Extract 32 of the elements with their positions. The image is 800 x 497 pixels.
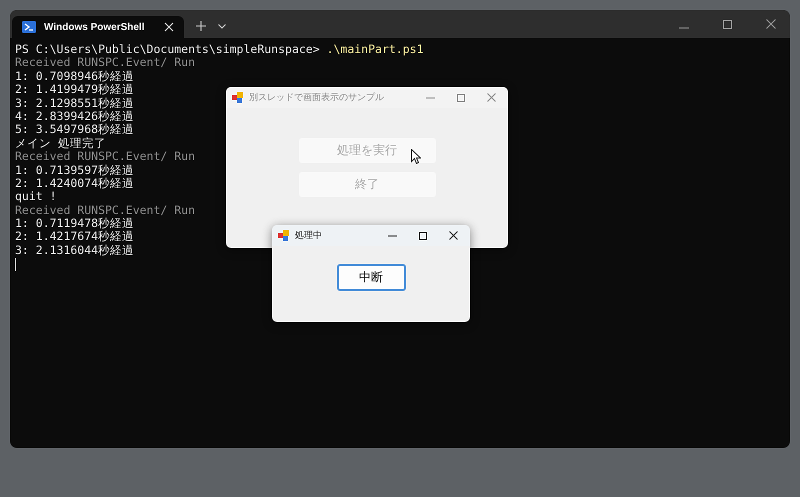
- window-title: 別スレッドで画面表示のサンプル: [249, 91, 384, 104]
- output-line: 2: 1.4240074秒経過: [15, 176, 134, 190]
- mouse-pointer-icon: [411, 149, 421, 164]
- info-line: Received RUNSPC.Event/ Run: [15, 202, 196, 217]
- cancel-button[interactable]: 中断: [336, 264, 406, 291]
- output-line: 2: 1.4217674秒経過: [15, 229, 134, 244]
- output-line: 4: 2.8399426秒経過: [15, 108, 134, 123]
- chevron-down-icon[interactable]: [218, 24, 226, 29]
- powershell-icon: [22, 21, 36, 33]
- terminal-tab[interactable]: Windows PowerShell: [12, 16, 184, 38]
- tab-title: Windows PowerShell: [44, 22, 146, 32]
- info-line: Received RUNSPC.Event/ Run: [15, 149, 196, 164]
- output-line: 3: 2.1298551秒経過: [15, 96, 134, 110]
- text-cursor: [15, 258, 16, 272]
- minimize-icon[interactable]: [388, 234, 397, 236]
- prompt-text: PS C:\Users\Public\Documents\simpleRunspace>: [15, 42, 321, 56]
- output-line: 1: 0.7098946秒経過: [15, 68, 134, 83]
- app-icon: [278, 230, 289, 241]
- app-icon: [232, 92, 243, 103]
- output-line: メイン 処理完了: [15, 136, 106, 150]
- output-line: 2: 1.4199479秒経過: [15, 82, 134, 96]
- close-icon[interactable]: [449, 231, 458, 240]
- output-line: quit !: [15, 189, 57, 204]
- output-line: 5: 3.5497968秒経過: [15, 122, 134, 136]
- command-text: .\mainPart.ps1: [326, 42, 424, 56]
- maximize-icon[interactable]: [419, 232, 427, 240]
- output-line: 3: 2.1316044秒経過: [15, 242, 134, 257]
- output-line: 1: 0.7119478秒経過: [15, 216, 134, 230]
- output-line: 1: 0.7139597秒経過: [15, 162, 134, 177]
- window-title: 処理中: [295, 230, 322, 242]
- info-line: Received RUNSPC.Event/ Run: [15, 55, 196, 70]
- plus-icon[interactable]: [196, 21, 206, 31]
